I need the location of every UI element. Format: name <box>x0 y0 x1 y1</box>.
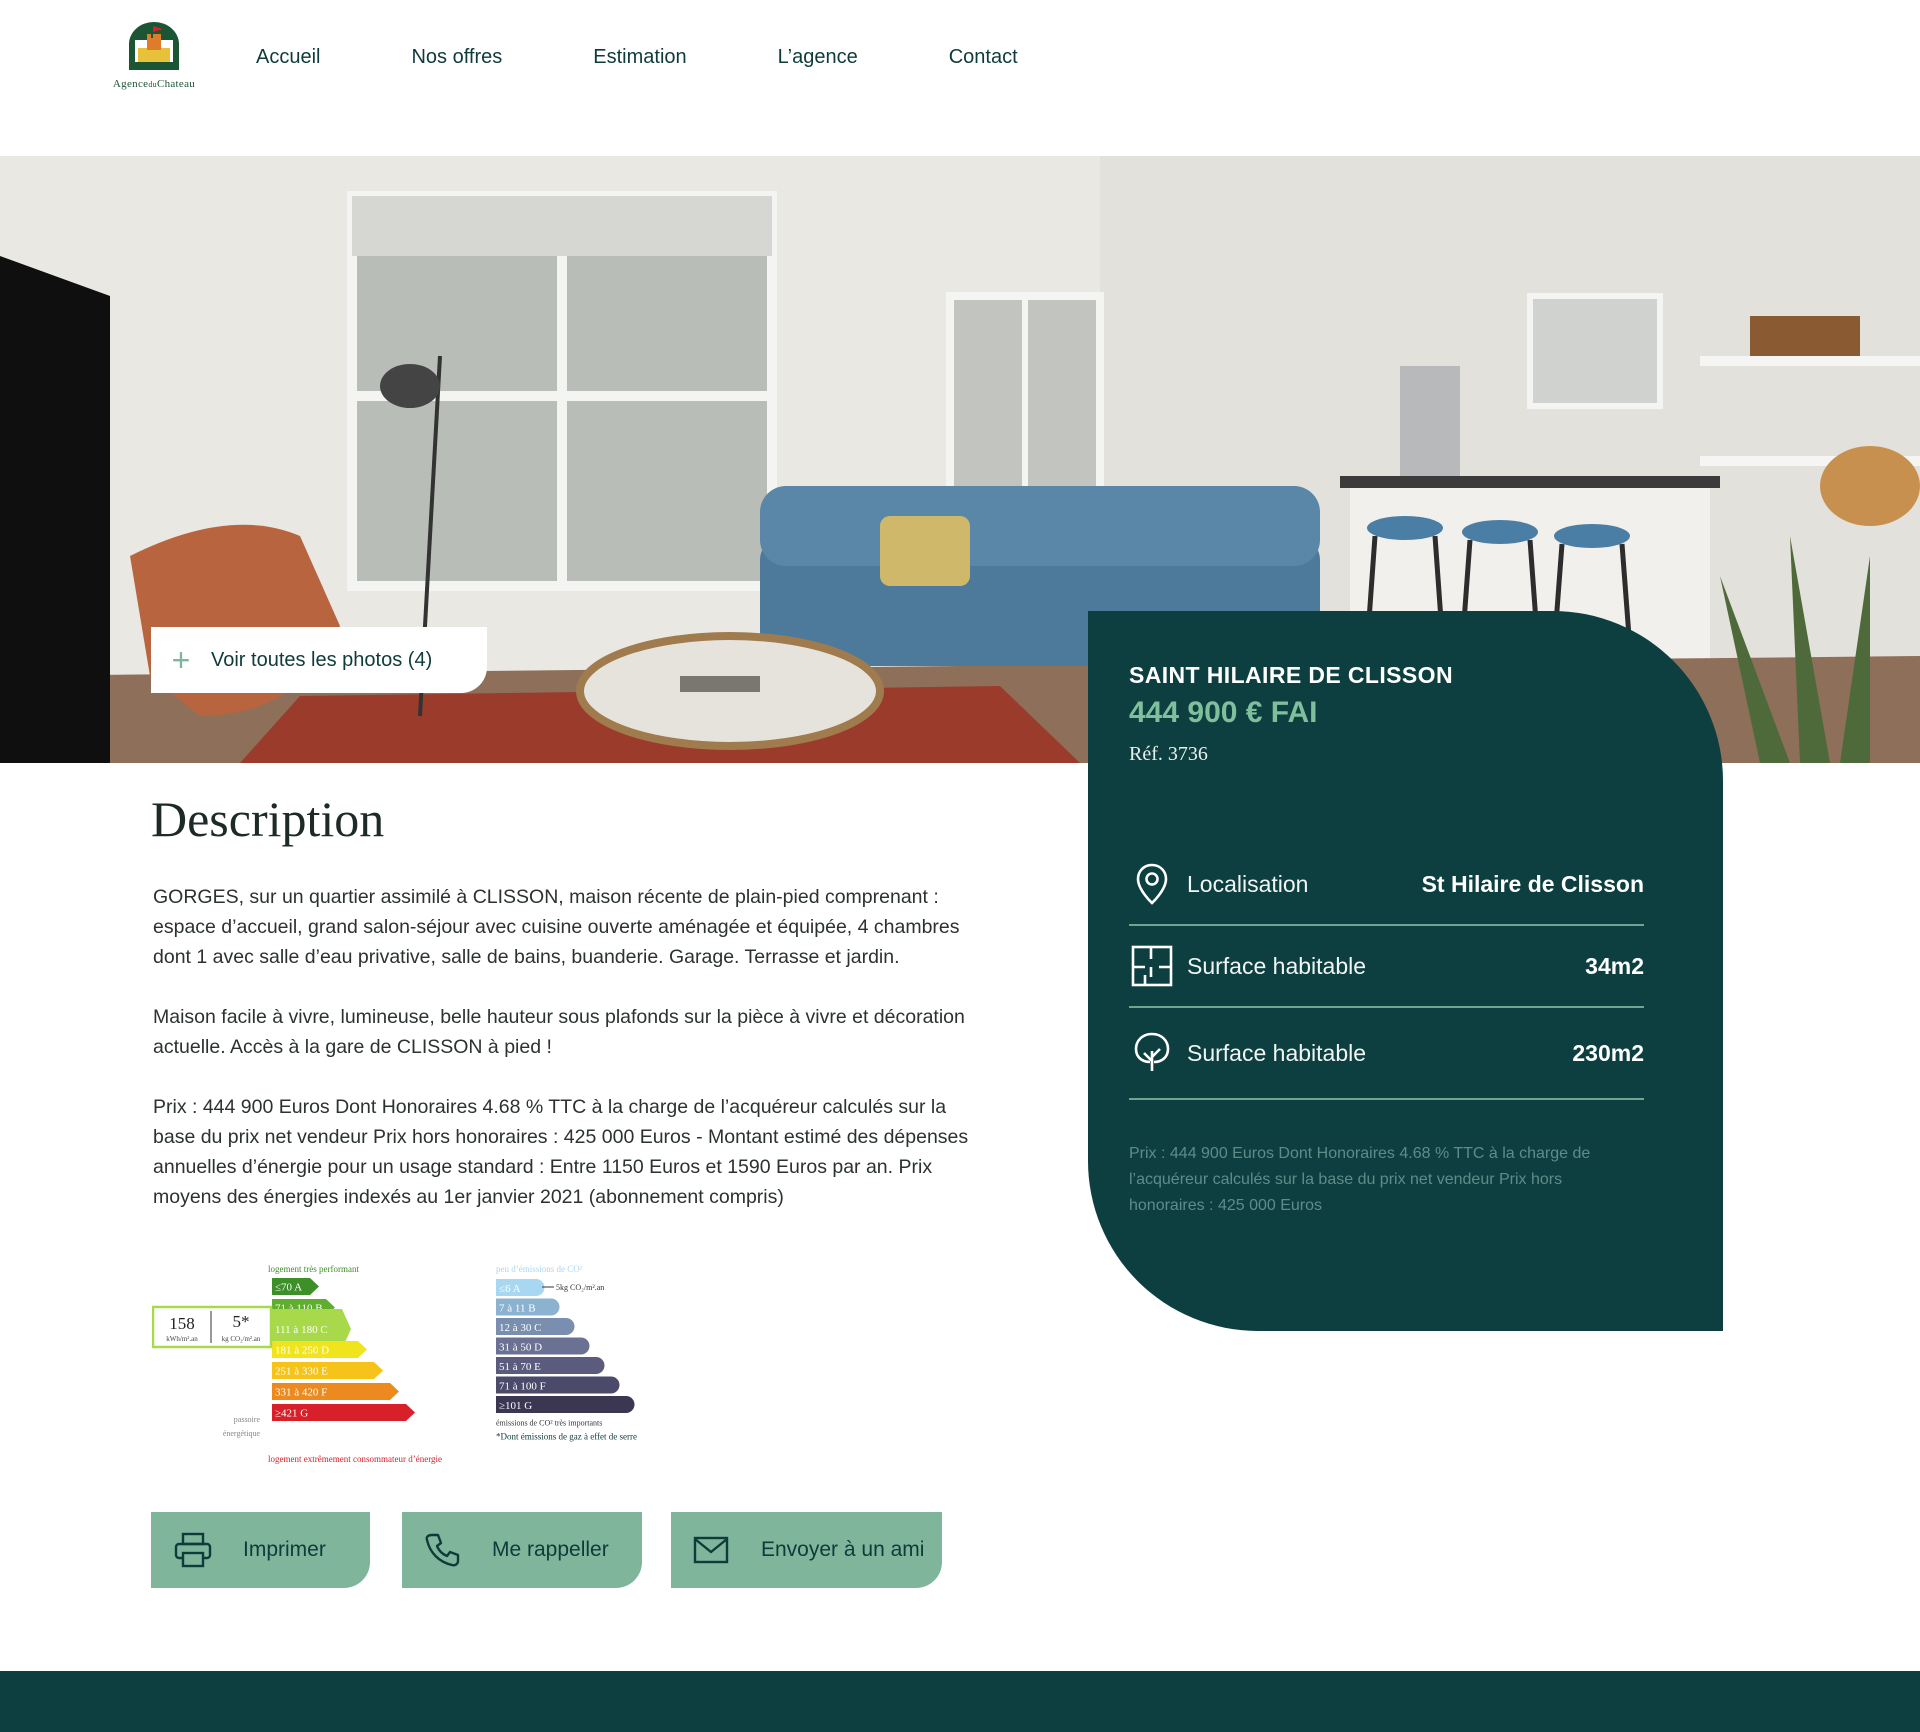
ges-class-label: 51 à 70 E <box>499 1361 541 1373</box>
callback-label: Me rappeller <box>492 1538 609 1561</box>
ges-marker-label: 5kg CO₂/m².an <box>556 1283 604 1292</box>
ges-class-label: 7 à 11 B <box>499 1303 536 1315</box>
tree-icon <box>1129 1030 1175 1076</box>
feature-value: 230m2 <box>1572 1039 1644 1066</box>
ges-class-label: 31 à 50 D <box>499 1342 542 1354</box>
printer-icon <box>173 1530 213 1570</box>
ges-note: *Dont émissions de gaz à effet de serre <box>496 1432 637 1442</box>
ges-class-label: ≥101 G <box>499 1400 532 1412</box>
description-paragraph: GORGES, sur un quartier assimilé à CLISS… <box>153 886 960 968</box>
description-title: Description <box>151 791 385 847</box>
energy-class-label: ≥421 G <box>275 1408 308 1420</box>
main-nav: Accueil Nos offres Estimation L’agence C… <box>256 46 1018 69</box>
logo-word-agence: Agence <box>112 78 149 90</box>
print-label: Imprimer <box>243 1538 326 1561</box>
castle-logo-icon <box>129 22 179 70</box>
print-button[interactable]: Imprimer <box>151 1512 370 1588</box>
send-to-friend-label: Envoyer à un ami <box>761 1538 925 1561</box>
feature-label: Surface habitable <box>1187 952 1367 979</box>
energy-unit: kWh/m².an <box>166 1335 198 1343</box>
ges-bottom-label: émissions de CO² très importants <box>496 1419 602 1428</box>
feature-value: St Hilaire de Clisson <box>1421 870 1644 897</box>
listing-city: SAINT HILAIRE DE CLISSON <box>1129 662 1453 688</box>
description-paragraph: Maison facile à vivre, lumineuse, belle … <box>153 1006 965 1058</box>
view-all-photos-button[interactable]: + Voir toutes les photos (4) <box>151 627 487 693</box>
site-header: AgenceduChateau Accueil Nos offres Estim… <box>0 0 1920 156</box>
nav-agence[interactable]: L’agence <box>778 46 858 69</box>
energy-class-label: 331 à 420 F <box>275 1387 327 1399</box>
feature-value: 34m2 <box>1585 952 1644 979</box>
dpe-ges-chart: logement très performant≤70 A71 à 110 B1… <box>152 1264 637 1464</box>
nav-nos-offres[interactable]: Nos offres <box>411 46 502 69</box>
phone-icon <box>422 1530 462 1570</box>
energy-class-label: ≤70 A <box>275 1282 302 1294</box>
site-footer <box>0 1671 1920 1732</box>
logo-word-chateau: Chateau <box>156 78 196 90</box>
send-to-friend-button[interactable]: Envoyer à un ami <box>671 1512 942 1588</box>
feature-row-surface-living: Surface habitable 34m2 <box>1129 926 1644 1008</box>
ges-class-label: 12 à 30 C <box>499 1322 541 1334</box>
ges-unit: kg CO₂/m².an <box>222 1335 261 1343</box>
feature-row-location: Localisation St Hilaire de Clisson <box>1129 844 1644 926</box>
description-paragraph: Prix : 444 900 Euros Dont Honoraires 4.6… <box>153 1096 969 1208</box>
feature-label: Localisation <box>1187 870 1309 897</box>
ges-class-label: ≤6 A <box>499 1283 521 1295</box>
fee-note: Prix : 444 900 Euros Dont Honoraires 4.6… <box>1129 1145 1591 1214</box>
energy-diagnostics: logement très performant ≤70 A 71 à 110 B1… <box>152 1262 692 1467</box>
listing-reference: Réf. 3736 <box>1129 743 1208 765</box>
location-pin-icon <box>1129 861 1175 907</box>
agency-logo[interactable]: AgenceduChateau <box>96 20 212 94</box>
callback-button[interactable]: Me rappeller <box>402 1512 642 1588</box>
passoire-label: passoire <box>234 1415 261 1424</box>
nav-estimation[interactable]: Estimation <box>593 46 686 69</box>
energetique-label: énergétique <box>223 1429 261 1438</box>
listing-price: 444 900 € FAI <box>1129 696 1318 729</box>
feature-label: Surface habitable <box>1187 1039 1367 1066</box>
envelope-icon <box>691 1530 731 1570</box>
logo-wordmark: AgenceduChateau <box>96 78 212 90</box>
energy-class-label: 181 à 250 D <box>275 1345 329 1357</box>
energy-class-label: 111 à 180 C <box>275 1324 328 1336</box>
energy-class-label: 251 à 330 E <box>275 1366 328 1378</box>
logo-word-du: du <box>148 80 157 89</box>
ges-class-label: 71 à 100 F <box>499 1381 546 1393</box>
energy-bottom-label: logement extrêmement consommateur d’éner… <box>268 1454 442 1464</box>
nav-contact[interactable]: Contact <box>949 46 1018 69</box>
floor-plan-icon <box>1129 943 1175 989</box>
feature-row-surface-land: Surface habitable 230m2 <box>1129 1008 1644 1100</box>
ges-value: 5* <box>233 1312 250 1331</box>
nav-accueil[interactable]: Accueil <box>256 46 320 69</box>
energy-top-label: logement très performant <box>268 1264 359 1274</box>
energy-value: 158 <box>169 1314 195 1333</box>
plus-icon: + <box>171 642 191 678</box>
listing-info-card: SAINT HILAIRE DE CLISSON 444 900 € FAI R… <box>1088 611 1723 1331</box>
view-all-photos-label: Voir toutes les photos (4) <box>211 648 433 671</box>
ges-top-label: peu d’émissions de CO² <box>496 1264 583 1274</box>
